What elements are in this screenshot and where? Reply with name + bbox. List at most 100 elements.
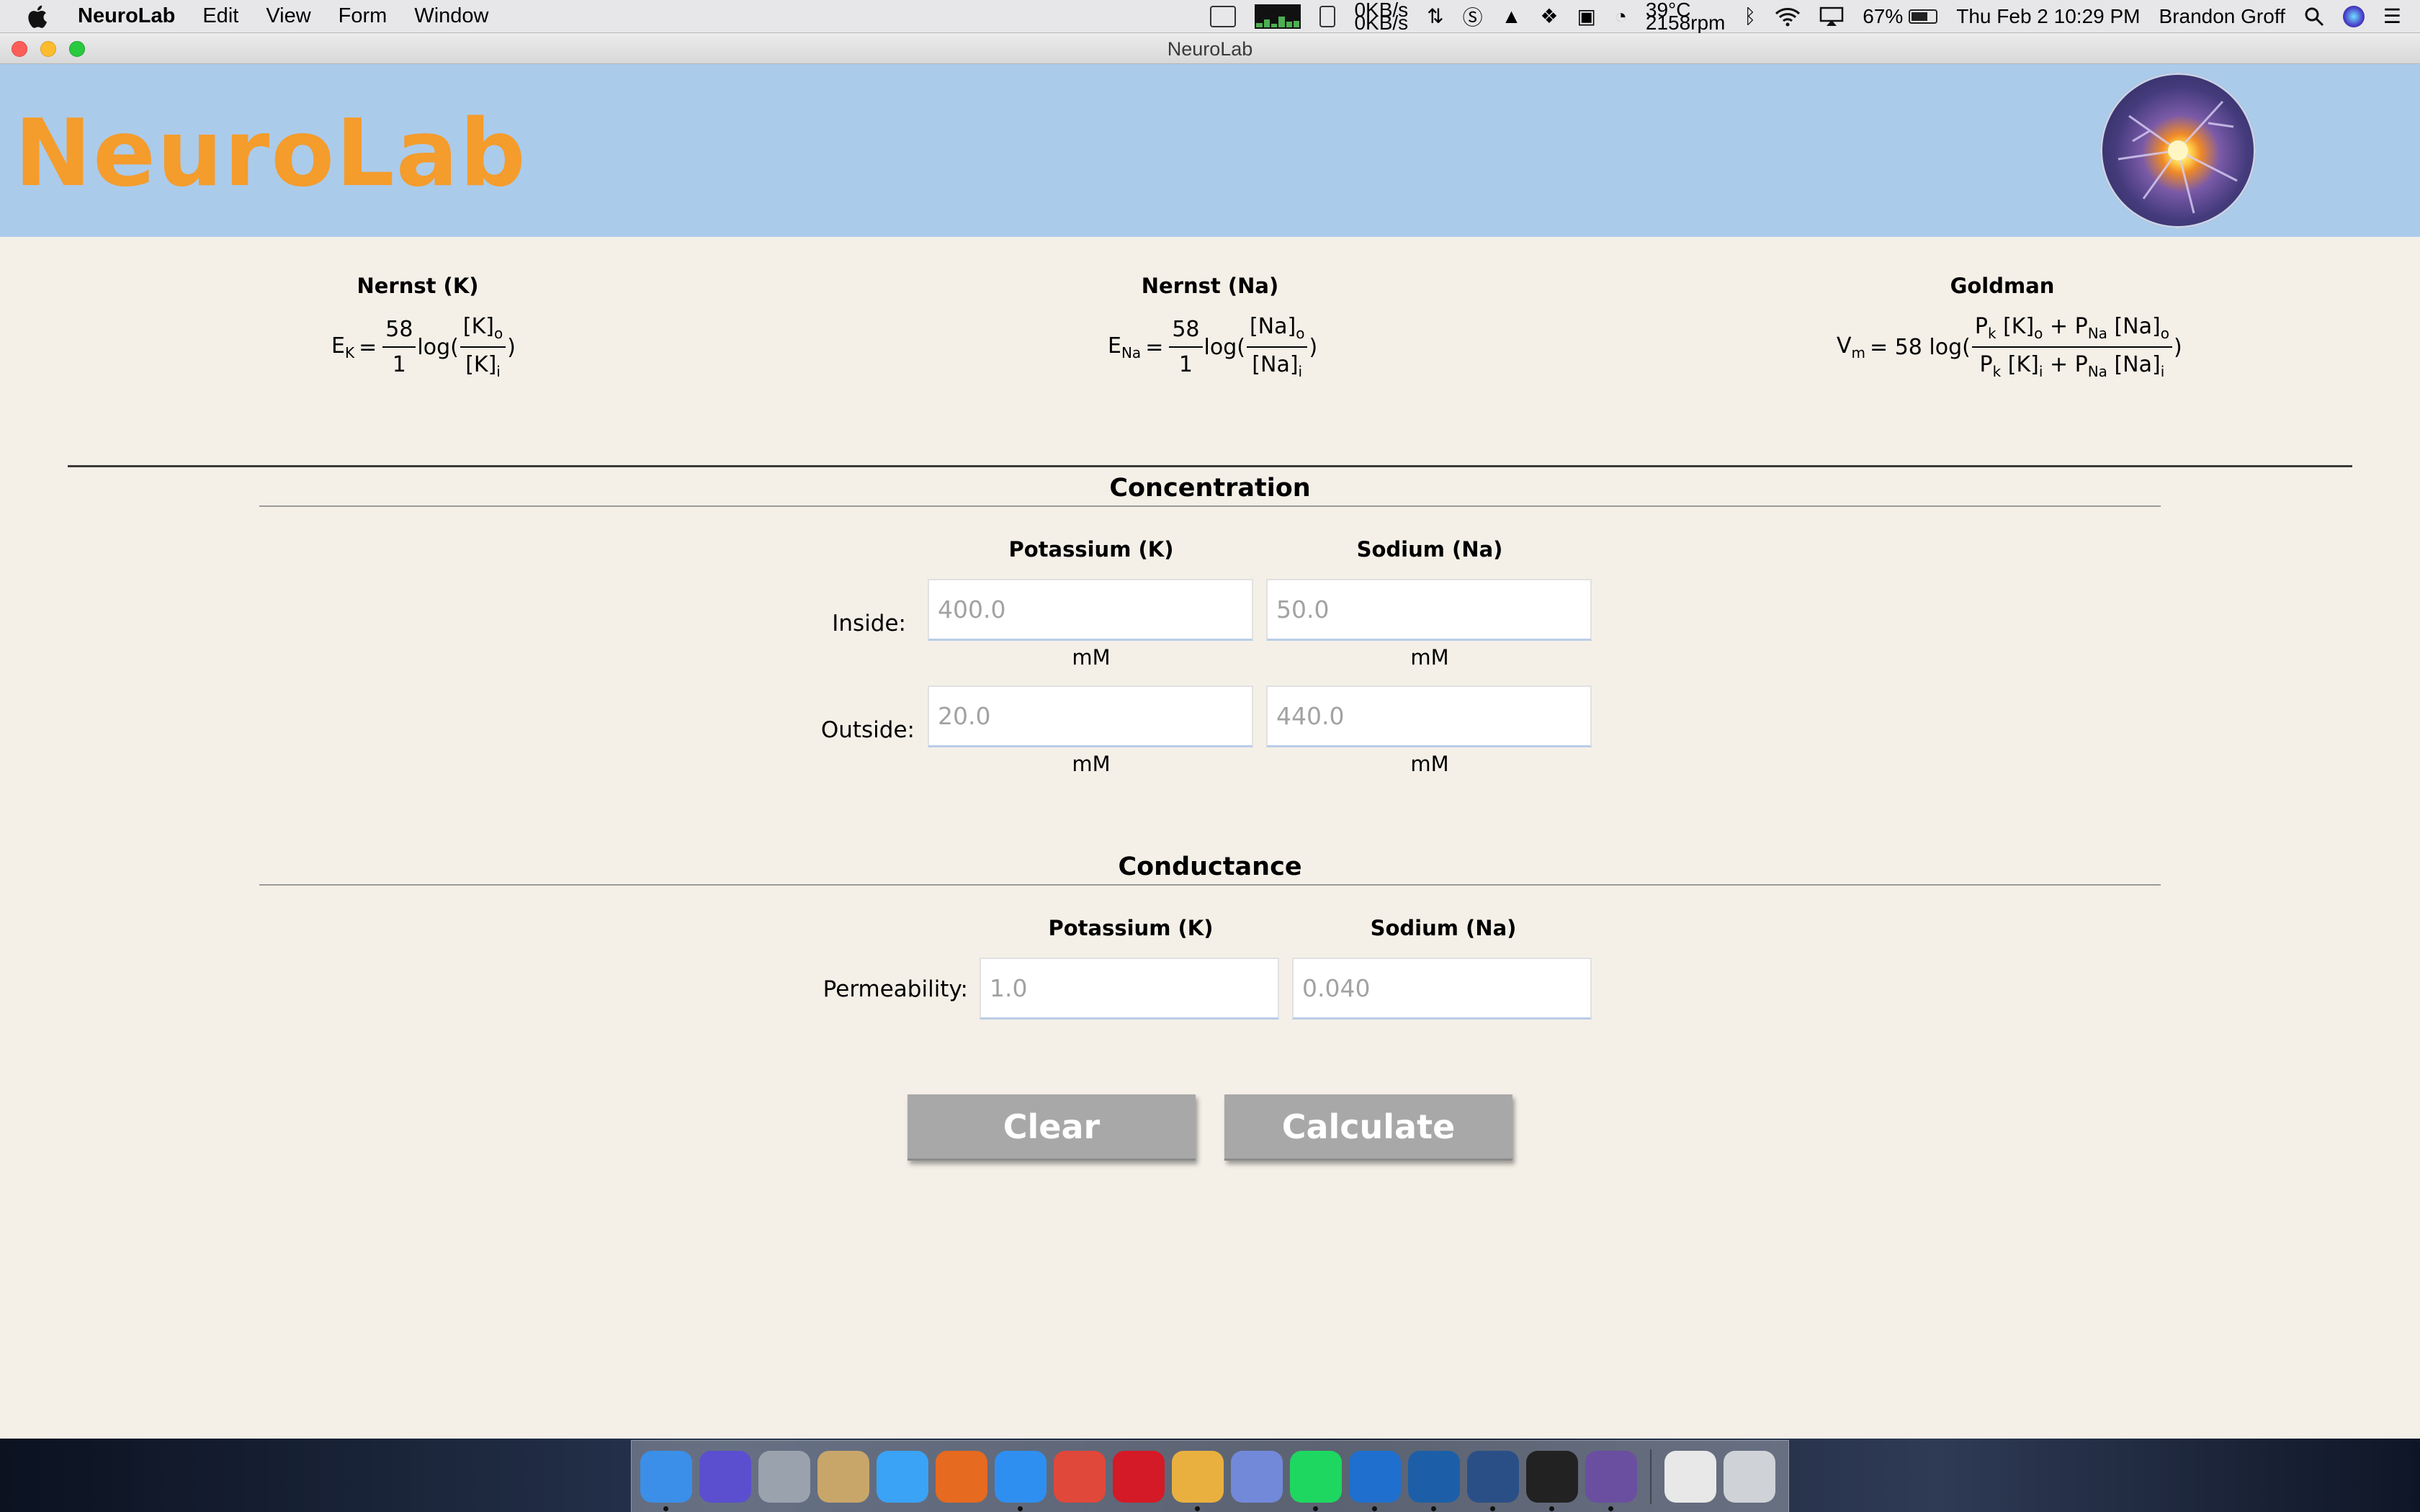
- sourcetree-icon[interactable]: [1408, 1450, 1460, 1511]
- display-status-icon[interactable]: [1210, 5, 1237, 27]
- s-badge-icon[interactable]: Ⓢ: [1463, 2, 1483, 31]
- git-tree-icon[interactable]: [1467, 1450, 1519, 1511]
- inside-potassium-input[interactable]: [928, 579, 1253, 641]
- inside-sodium-input[interactable]: [1266, 579, 1592, 641]
- formula-nernst-k-equation: EK = 58 1 log( [K]o [K]i ): [331, 314, 516, 380]
- apple-menu-icon[interactable]: [26, 4, 48, 29]
- conductance-col-potassium: Potassium (K): [1048, 916, 1214, 940]
- siri-menu-icon[interactable]: [2342, 5, 2365, 27]
- concentration-col-sodium: Sodium (Na): [1356, 537, 1503, 562]
- network-down: 0KB/s: [1354, 11, 1409, 34]
- google-drive-icon[interactable]: ▲: [1502, 5, 1522, 28]
- eq-lhs: Vm: [1837, 333, 1866, 361]
- eq-coefficient: 58 1: [382, 317, 416, 377]
- potassium-permeability-input[interactable]: [980, 958, 1279, 1020]
- airplay-icon[interactable]: [1819, 6, 1844, 27]
- neuron-logo-icon: [2100, 73, 2256, 228]
- firefox-icon[interactable]: [936, 1450, 987, 1503]
- messages-icon[interactable]: [877, 1450, 928, 1503]
- battery-icon: [1909, 9, 1938, 24]
- safari-icon[interactable]: [995, 1450, 1047, 1511]
- conductance-title: Conductance: [1118, 852, 1302, 881]
- formula-divider: [68, 465, 2352, 467]
- fan-readout: 2158rpm: [1645, 11, 1726, 34]
- outside-potassium-unit: mM: [1072, 752, 1111, 776]
- chrome-icon[interactable]: [1054, 1450, 1106, 1503]
- conductance-rule: [259, 884, 2161, 886]
- launchpad-icon[interactable]: [758, 1450, 810, 1503]
- formula-title-nernst-na: Nernst (Na): [1141, 274, 1279, 298]
- finder-icon[interactable]: [640, 1450, 692, 1511]
- eq-log: log(: [417, 334, 459, 360]
- spotlight-search-icon[interactable]: [2304, 6, 2324, 27]
- window-title: NeuroLab: [1167, 38, 1253, 60]
- eq-equals: =: [359, 334, 377, 360]
- permeability-label: Permeability:: [823, 976, 968, 1002]
- trash-icon[interactable]: [1724, 1450, 1775, 1503]
- user-name[interactable]: Brandon Groff: [2159, 5, 2285, 28]
- siri-icon[interactable]: [699, 1450, 751, 1503]
- eq-close: ): [2173, 334, 2182, 360]
- battery-status[interactable]: 67%: [1863, 4, 1938, 28]
- battery-percent: 67%: [1863, 4, 1904, 27]
- concentration-col-potassium: Potassium (K): [1008, 537, 1174, 562]
- eq-lhs: ENa: [1108, 333, 1142, 361]
- bluetooth-icon[interactable]: ᛒ: [1744, 5, 1756, 28]
- eq-close: ): [507, 334, 516, 360]
- menu-bar: NeuroLab Edit View Form Window 0KB/s 0KB…: [0, 0, 2420, 33]
- eq-ratio: [K]o [K]i: [460, 314, 506, 380]
- outside-potassium-input[interactable]: [928, 685, 1253, 747]
- menu-form[interactable]: Form: [339, 4, 387, 28]
- sensor-readout[interactable]: 39°C 2158rpm: [1645, 0, 1726, 34]
- menu-app-neurolab[interactable]: NeuroLab: [78, 4, 175, 28]
- eq-ratio: Pk [K]o + PNa [Na]o Pk [K]i + PNa [Na]i: [1971, 314, 2172, 380]
- sync-icon[interactable]: ⇅: [1427, 4, 1443, 28]
- neurolab-app-icon[interactable]: [1585, 1450, 1637, 1511]
- eq-ratio: [Na]o [Na]i: [1246, 314, 1308, 380]
- time-machine-icon[interactable]: ◔: [1615, 5, 1627, 28]
- formula-title-nernst-k: Nernst (K): [357, 274, 479, 298]
- sodium-permeability-input[interactable]: [1292, 958, 1592, 1020]
- eq-lhs: EK: [331, 333, 355, 361]
- inside-label: Inside:: [832, 611, 906, 636]
- teamviewer-icon[interactable]: [1349, 1450, 1401, 1511]
- window-titlebar[interactable]: NeuroLab: [0, 33, 2420, 64]
- formula-goldman-equation: Vm = 58 log( Pk [K]o + PNa [Na]o Pk [K]i…: [1837, 314, 2182, 380]
- eq-equals: =: [1145, 334, 1164, 360]
- dropbox-icon[interactable]: ❖: [1540, 4, 1558, 28]
- eq-coefficient: 58 1: [1169, 317, 1203, 377]
- slack-icon[interactable]: [1172, 1450, 1224, 1511]
- wifi-icon[interactable]: [1775, 6, 1801, 27]
- app-header: NeuroLab: [0, 64, 2420, 237]
- network-speed[interactable]: 0KB/s 0KB/s: [1354, 0, 1409, 34]
- discord-icon[interactable]: [1231, 1450, 1283, 1503]
- calculate-button[interactable]: Calculate: [1224, 1094, 1512, 1161]
- eq-log: log(: [1204, 334, 1245, 360]
- dock: [631, 1440, 1789, 1512]
- menu-edit[interactable]: Edit: [202, 4, 238, 28]
- concentration-title: Concentration: [1109, 474, 1311, 503]
- conductance-col-sodium: Sodium (Na): [1370, 916, 1517, 940]
- formula-nernst-na-equation: ENa = 58 1 log( [Na]o [Na]i ): [1108, 314, 1317, 380]
- documents-stack-icon[interactable]: [1664, 1450, 1716, 1503]
- terminal-icon[interactable]: [1526, 1450, 1578, 1511]
- preview-icon[interactable]: [817, 1450, 869, 1503]
- app-window: NeuroLab NeuroLab Nernst (K) EK = 58 1 lo…: [0, 33, 2420, 1439]
- menu-view[interactable]: View: [266, 4, 310, 28]
- eq-close: ): [1309, 334, 1318, 360]
- outside-sodium-input[interactable]: [1266, 685, 1592, 747]
- formula-title-goldman: Goldman: [1950, 274, 2055, 298]
- menu-window[interactable]: Window: [414, 4, 488, 28]
- clear-button[interactable]: Clear: [908, 1094, 1196, 1161]
- clock[interactable]: Thu Feb 2 10:29 PM: [1956, 5, 2140, 28]
- opera-icon[interactable]: [1113, 1450, 1165, 1503]
- app-status-icon[interactable]: ▣: [1577, 4, 1595, 28]
- memory-status-icon[interactable]: [1319, 5, 1336, 27]
- eq-rhs-prefix: = 58 log(: [1870, 334, 1971, 360]
- inside-potassium-unit: mM: [1072, 645, 1111, 670]
- inside-sodium-unit: mM: [1410, 645, 1449, 670]
- spotify-icon[interactable]: [1290, 1450, 1342, 1511]
- outside-sodium-unit: mM: [1410, 752, 1449, 776]
- cpu-graph-icon[interactable]: [1255, 4, 1301, 29]
- notification-center-icon[interactable]: ☰: [2383, 4, 2401, 28]
